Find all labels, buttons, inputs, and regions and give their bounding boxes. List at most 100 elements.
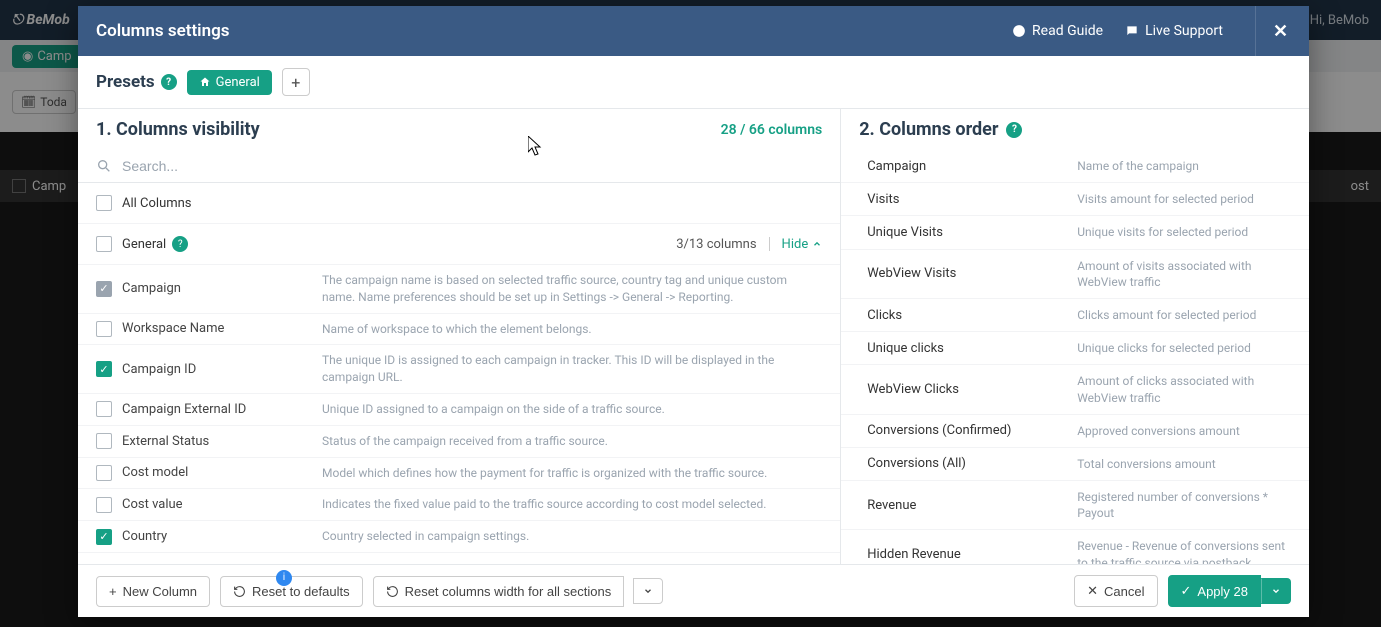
order-row[interactable]: Campaign Name of the campaign	[841, 150, 1309, 183]
columns-order-panel: 2. Columns order ? Campaign Name of the c…	[841, 109, 1309, 564]
order-column-name: Visits	[867, 192, 1057, 207]
order-row[interactable]: WebView Clicks Amount of clicks associate…	[841, 365, 1309, 414]
order-column-description: Unique clicks for selected period	[1077, 340, 1289, 356]
order-column-name: Revenue	[867, 498, 1057, 513]
order-column-name: WebView Clicks	[867, 382, 1057, 397]
order-column-description: Total conversions amount	[1077, 456, 1289, 472]
column-checkbox[interactable]	[96, 401, 112, 417]
order-row[interactable]: Conversions (Confirmed) Approved conversi…	[841, 415, 1309, 448]
column-description: Name of workspace to which the element b…	[322, 321, 822, 338]
cancel-button[interactable]: ✕ Cancel	[1074, 575, 1157, 607]
visibility-title: 1. Columns visibility	[96, 119, 260, 140]
order-title: 2. Columns order ?	[859, 119, 1022, 140]
order-row[interactable]: Unique Visits Unique visits for selected …	[841, 216, 1309, 249]
plus-icon: +	[109, 584, 117, 599]
column-label: External Status	[122, 434, 322, 449]
column-checkbox[interactable]	[96, 321, 112, 337]
visibility-row: Workspace NameName of workspace to which…	[78, 314, 840, 346]
column-checkbox	[96, 281, 112, 297]
order-column-description: Name of the campaign	[1077, 158, 1289, 174]
column-label: Cost model	[122, 465, 322, 480]
live-support-link[interactable]: Live Support	[1125, 23, 1223, 39]
order-row[interactable]: Revenue Registered number of conversions …	[841, 481, 1309, 530]
preset-general-chip[interactable]: General	[187, 70, 272, 95]
columns-settings-modal: Columns settings Read Guide Live Support…	[78, 6, 1309, 617]
hide-toggle[interactable]: Hide	[782, 237, 823, 252]
new-column-badge: i	[276, 570, 292, 586]
new-column-button[interactable]: + New Column	[96, 576, 210, 607]
all-columns-checkbox[interactable]	[96, 195, 112, 211]
column-description: The campaign name is based on selected t…	[322, 272, 822, 306]
search-input[interactable]	[122, 158, 822, 174]
chevron-down-icon	[643, 586, 653, 596]
order-column-name: Campaign	[867, 159, 1057, 174]
check-icon: ✓	[1181, 583, 1192, 599]
order-column-description: Clicks amount for selected period	[1077, 307, 1289, 323]
order-row[interactable]: Hidden Revenue Revenue - Revenue of conve…	[841, 530, 1309, 564]
presets-bar: Presets ? General +	[78, 56, 1309, 109]
column-label: Workspace Name	[122, 321, 322, 336]
book-icon	[1012, 24, 1026, 38]
order-row[interactable]: Clicks Clicks amount for selected period	[841, 299, 1309, 332]
column-label: Cost value	[122, 497, 322, 512]
column-checkbox[interactable]	[96, 433, 112, 449]
help-icon[interactable]: ?	[172, 236, 188, 252]
group-count: 3/13 columns	[676, 237, 756, 252]
visibility-row: Campaign External IDUnique ID assigned t…	[78, 394, 840, 426]
order-scroll[interactable]: CampaignName of the campaignVisitsVisits…	[841, 150, 1309, 564]
column-label: Campaign	[122, 281, 322, 296]
presets-label: Presets ?	[96, 72, 177, 92]
column-checkbox[interactable]	[96, 497, 112, 513]
order-column-name: Unique Visits	[867, 225, 1057, 240]
column-label: Campaign External ID	[122, 402, 322, 417]
column-description: Status of the campaign received from a t…	[322, 433, 822, 450]
visibility-count: 28 / 66 columns	[721, 122, 823, 138]
order-column-description: Unique visits for selected period	[1077, 224, 1289, 240]
search-icon	[96, 158, 112, 174]
order-row[interactable]: Unique clicksUnique clicks for selected …	[841, 332, 1309, 365]
visibility-row: CountryCountry selected in campaign sett…	[78, 521, 840, 553]
order-column-description: Revenue - Revenue of conversions sent to…	[1077, 538, 1289, 564]
column-checkbox[interactable]	[96, 465, 112, 481]
group-general-label: General ?	[122, 236, 322, 252]
order-column-description: Registered number of conversions * Payou…	[1077, 489, 1289, 521]
reset-width-button[interactable]: Reset columns width for all sections	[373, 576, 625, 607]
help-icon[interactable]: ?	[1006, 122, 1022, 138]
close-icon: ✕	[1087, 583, 1098, 599]
column-checkbox[interactable]	[96, 529, 112, 545]
order-column-description: Approved conversions amount	[1077, 423, 1289, 439]
order-column-name: WebView Visits	[867, 266, 1057, 281]
visibility-row: CampaignThe campaign name is based on se…	[78, 265, 840, 314]
visibility-scroll[interactable]: All Columns General ? 3/13 columns Hide	[78, 183, 840, 564]
order-row[interactable]: WebView Visits Amount of visits associate…	[841, 250, 1309, 299]
order-row[interactable]: Conversions (All) Total conversions amoun…	[841, 448, 1309, 481]
modal-title: Columns settings	[96, 21, 230, 41]
column-description: Indicates the fixed value paid to the tr…	[322, 496, 822, 513]
order-column-description: Amount of visits associated with WebView…	[1077, 258, 1289, 290]
column-description: The unique ID is assigned to each campai…	[322, 352, 822, 386]
apply-dropdown[interactable]	[1261, 578, 1291, 604]
visibility-row: Cost valueIndicates the fixed value paid…	[78, 489, 840, 521]
order-column-name: Conversions (All)	[867, 456, 1057, 471]
group-general-checkbox[interactable]	[96, 236, 112, 252]
chevron-down-icon	[1271, 586, 1281, 596]
home-icon	[199, 76, 211, 88]
order-column-name: Clicks	[867, 308, 1057, 323]
order-column-name: Conversions (Confirmed)	[867, 423, 1057, 438]
order-column-description: Visits amount for selected period	[1077, 191, 1289, 207]
read-guide-link[interactable]: Read Guide	[1012, 23, 1103, 39]
column-label: Country	[122, 529, 322, 544]
refresh-icon	[233, 585, 246, 598]
order-row[interactable]: Visits Visits amount for selected period	[841, 183, 1309, 216]
help-icon[interactable]: ?	[161, 74, 177, 90]
column-checkbox[interactable]	[96, 361, 112, 377]
chevron-up-icon	[812, 239, 822, 249]
close-button[interactable]: ✕	[1255, 6, 1291, 56]
order-column-description: Amount of clicks associated with WebView…	[1077, 373, 1289, 405]
reset-width-dropdown[interactable]	[633, 578, 663, 604]
all-columns-label: All Columns	[122, 196, 322, 211]
order-column-name: Hidden Revenue	[867, 547, 1057, 562]
add-preset-button[interactable]: +	[282, 68, 310, 96]
apply-button[interactable]: ✓ Apply 28	[1168, 575, 1262, 607]
column-description: Country selected in campaign settings.	[322, 528, 822, 545]
